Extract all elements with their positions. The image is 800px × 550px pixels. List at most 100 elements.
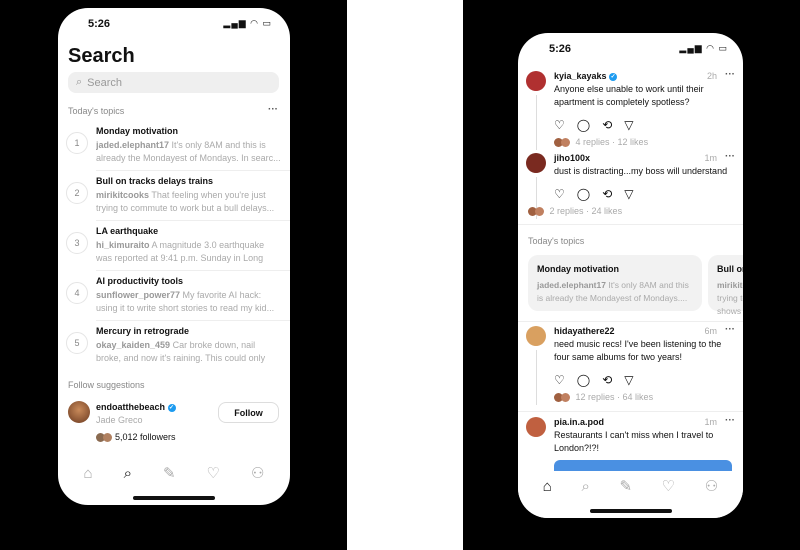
post-stats[interactable]: 2 replies · 24 likes (528, 206, 622, 217)
topic-title: LA earthquake (96, 226, 159, 236)
avatar[interactable] (526, 417, 546, 437)
profile-icon[interactable]: ⚇ (705, 477, 718, 495)
home-indicator (590, 509, 672, 513)
separator (96, 170, 290, 171)
heart-icon[interactable]: ♡ (207, 464, 220, 482)
topics-header: Today's topics (68, 106, 125, 116)
avatar[interactable] (526, 326, 546, 346)
post-text: need music recs! I've been listening to … (554, 339, 722, 362)
repost-icon[interactable]: ⟲ (602, 373, 612, 387)
topics-header: Today's topics (528, 236, 585, 246)
status-time: 5:26 (549, 43, 572, 55)
topic-card[interactable]: Bull on tracks mirikitcooks That feeling… (708, 255, 743, 316)
separator (96, 220, 290, 221)
post-text: dust is distracting...my boss will under… (554, 166, 728, 176)
post-username[interactable]: hidayathere22 (554, 326, 615, 336)
post-time: 2h (706, 71, 717, 81)
search-screen: 5:26 ▂▄▆ ◠ ▭ Search ⌕ Search Today's top… (58, 8, 290, 505)
topic-item[interactable]: 4 AI productivity tools sunflower_power7… (58, 276, 290, 326)
heart-icon[interactable]: ♡ (554, 187, 565, 201)
home-indicator (133, 496, 215, 500)
divider (518, 411, 743, 412)
topic-rank: 2 (66, 182, 88, 204)
follow-button[interactable]: Follow (218, 402, 279, 423)
search-placeholder: Search (87, 76, 123, 89)
divider-panel (347, 0, 463, 550)
separator (96, 320, 290, 321)
search-tab-icon[interactable]: ⌕ (124, 465, 132, 482)
repost-icon[interactable]: ⟲ (602, 187, 612, 201)
post-text: Restaurants I can't miss when I travel t… (554, 430, 714, 453)
followers-count: 5,012 followers (96, 432, 176, 443)
divider (518, 321, 743, 322)
heart-icon[interactable]: ♡ (554, 373, 565, 387)
post-time: 1m (704, 417, 717, 427)
thread-line (536, 350, 537, 405)
more-icon[interactable]: ··· (725, 324, 735, 335)
topic-snippet: jaded.elephant17 It's only 8AM and this … (96, 140, 281, 163)
post-stats[interactable]: 4 replies · 12 likes (554, 137, 648, 148)
topic-title: Monday motivation (96, 126, 179, 136)
more-icon[interactable]: ··· (725, 415, 735, 426)
status-time: 5:26 (88, 18, 111, 30)
card-body: jaded.elephant17 It's only 8AM and this … (537, 280, 689, 303)
topic-item[interactable]: 5 Mercury in retrograde okay_kaiden_459 … (58, 326, 290, 376)
post-time: 1m (704, 153, 717, 163)
compose-icon[interactable]: ✎ (619, 477, 632, 495)
heart-icon[interactable]: ♡ (662, 477, 675, 495)
topic-card[interactable]: Monday motivation jaded.elephant17 It's … (528, 255, 702, 311)
divider (518, 224, 743, 225)
avatar[interactable] (68, 401, 90, 423)
feed-screen: 5:26 ▂▄▆ ◠ ▭ kyia_kayaks ✓ 2h ··· Anyone… (518, 33, 743, 518)
suggestion-username[interactable]: endoatthebeach ✓ (96, 402, 176, 412)
thread-line (536, 95, 537, 150)
avatar[interactable] (526, 153, 546, 173)
topic-item[interactable]: 2 Bull on tracks delays trains mirikitco… (58, 176, 290, 226)
search-input[interactable]: ⌕ Search (68, 72, 279, 93)
profile-icon[interactable]: ⚇ (251, 464, 264, 482)
home-icon[interactable]: ⌂ (84, 465, 93, 482)
topic-item[interactable]: 1 Monday motivation jaded.elephant17 It'… (58, 126, 290, 176)
status-icons: ▂▄▆ ◠ ▭ (679, 43, 728, 53)
post-stats[interactable]: 12 replies · 64 likes (554, 392, 653, 403)
more-icon[interactable]: ··· (268, 104, 278, 115)
compose-icon[interactable]: ✎ (163, 464, 176, 482)
post-username[interactable]: jiho100x (554, 153, 590, 163)
follow-header: Follow suggestions (68, 380, 145, 390)
avatar[interactable] (526, 71, 546, 91)
share-icon[interactable]: ▽ (624, 373, 633, 387)
share-icon[interactable]: ▽ (624, 187, 633, 201)
comment-icon[interactable]: ◯ (577, 373, 590, 387)
comment-icon[interactable]: ◯ (577, 118, 590, 132)
separator (96, 270, 290, 271)
topic-item[interactable]: 3 LA earthquake hi_kimuraito A magnitude… (58, 226, 290, 276)
heart-icon[interactable]: ♡ (554, 118, 565, 132)
verified-icon: ✓ (167, 403, 176, 412)
search-icon: ⌕ (76, 76, 83, 88)
more-icon[interactable]: ··· (725, 151, 735, 162)
topic-rank: 3 (66, 232, 88, 254)
verified-icon: ✓ (609, 72, 618, 81)
post-username[interactable]: kyia_kayaks ✓ (554, 71, 618, 81)
home-icon[interactable]: ⌂ (543, 478, 552, 495)
topic-snippet: hi_kimuraito A magnitude 3.0 earthquake … (96, 240, 265, 263)
topic-snippet: okay_kaiden_459 Car broke down, nail bro… (96, 340, 266, 363)
topic-snippet: sunflower_power77 My favorite AI hack: u… (96, 290, 275, 313)
more-icon[interactable]: ··· (725, 69, 735, 80)
tab-bar: ⌂ ⌕ ✎ ♡ ⚇ (68, 463, 280, 483)
card-title: Bull on tracks (717, 264, 743, 274)
repost-icon[interactable]: ⟲ (602, 118, 612, 132)
comment-icon[interactable]: ◯ (577, 187, 590, 201)
post-actions: ♡ ◯ ⟲ ▽ (554, 187, 634, 201)
post-username[interactable]: pia.in.a.pod (554, 417, 604, 427)
topic-title: Mercury in retrograde (96, 326, 190, 336)
topic-rank: 4 (66, 282, 88, 304)
status-icons: ▂▄▆ ◠ ▭ (223, 18, 272, 28)
search-tab-icon[interactable]: ⌕ (581, 478, 589, 495)
tab-bar: ⌂ ⌕ ✎ ♡ ⚇ (528, 476, 733, 496)
page-title: Search (68, 45, 135, 67)
card-body: mirikitcooks That feeling when you're tr… (717, 280, 743, 316)
share-icon[interactable]: ▽ (624, 118, 633, 132)
suggestion-name: Jade Greco (96, 415, 143, 425)
topic-title: Bull on tracks delays trains (96, 176, 214, 186)
